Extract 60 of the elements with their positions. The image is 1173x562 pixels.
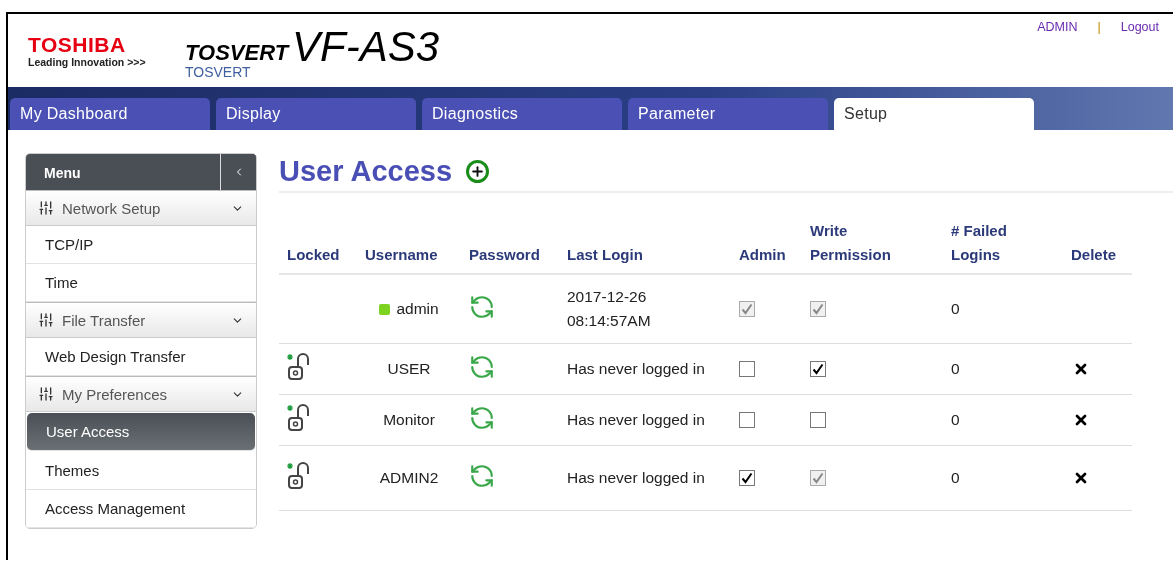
collapse-button[interactable] — [220, 154, 256, 190]
column-header: Locked — [286, 245, 341, 265]
delete-button[interactable] — [1073, 470, 1089, 486]
column-header: Admin — [738, 245, 787, 265]
nav-tab[interactable]: My Dashboard — [10, 98, 210, 130]
checkbox[interactable] — [739, 361, 755, 377]
page-title: User Access — [279, 155, 453, 188]
nav-tab[interactable]: Parameter — [628, 98, 828, 130]
last-login: 2017-12-26 08:14:57AM — [566, 287, 652, 331]
close-icon — [1073, 470, 1089, 486]
column-header: Password — [468, 245, 541, 265]
reset-password-icon[interactable] — [469, 405, 495, 431]
last-login: Has never logged in — [566, 359, 706, 379]
menu-group[interactable]: My Preferences — [26, 376, 256, 412]
product-subtitle: TOSVERT — [185, 64, 252, 80]
logout-link[interactable]: Logout — [1120, 20, 1159, 34]
product-model: VF-AS3 — [292, 28, 440, 66]
sliders-icon — [38, 312, 54, 328]
failed-logins: 0 — [950, 410, 961, 430]
reset-password-icon[interactable] — [469, 463, 495, 489]
sliders-icon — [38, 200, 54, 216]
delete-button[interactable] — [1073, 361, 1089, 377]
checkbox[interactable] — [739, 470, 755, 486]
link-separator: | — [1097, 20, 1101, 34]
last-login: Has never logged in — [566, 468, 706, 488]
menu-group[interactable]: File Transfer — [26, 302, 256, 338]
username: USER — [387, 359, 431, 379]
column-header: # Failed Logins — [950, 221, 1008, 265]
product-series: TOSVERT — [185, 40, 289, 66]
failed-logins: 0 — [950, 299, 961, 319]
nav-tab[interactable]: Setup — [834, 98, 1034, 130]
checkbox[interactable] — [739, 412, 755, 428]
username: ADMIN2 — [379, 468, 439, 488]
username: Monitor — [383, 410, 435, 430]
brand-tagline: Leading Innovation >>> — [28, 56, 147, 68]
user-link[interactable]: ADMIN — [1037, 20, 1078, 34]
brand-logo: TOSHIBA — [28, 34, 127, 56]
menu-item[interactable]: User Access — [27, 413, 255, 451]
nav-tab[interactable]: Display — [216, 98, 416, 130]
delete-button[interactable] — [1073, 412, 1089, 428]
reset-password-icon[interactable] — [469, 354, 495, 380]
close-icon — [1073, 361, 1089, 377]
column-header: Write Permission — [809, 221, 892, 265]
reset-password-icon[interactable] — [469, 294, 495, 320]
column-header: Delete — [1070, 245, 1118, 265]
last-login: Has never logged in — [566, 410, 706, 430]
column-header: Username — [364, 245, 439, 265]
checkbox[interactable] — [810, 412, 826, 428]
add-button[interactable] — [466, 160, 490, 183]
failed-logins: 0 — [950, 468, 961, 488]
close-icon — [1073, 412, 1089, 428]
column-header: Last Login — [566, 245, 644, 265]
checkbox[interactable] — [810, 361, 826, 377]
menu-title: Menu — [43, 164, 82, 183]
menu-group[interactable]: Network Setup — [26, 190, 256, 226]
failed-logins: 0 — [950, 359, 961, 379]
username: admin — [396, 299, 439, 319]
sliders-icon — [38, 386, 54, 402]
nav-tab[interactable]: Diagnostics — [422, 98, 622, 130]
plus-icon — [470, 164, 486, 179]
